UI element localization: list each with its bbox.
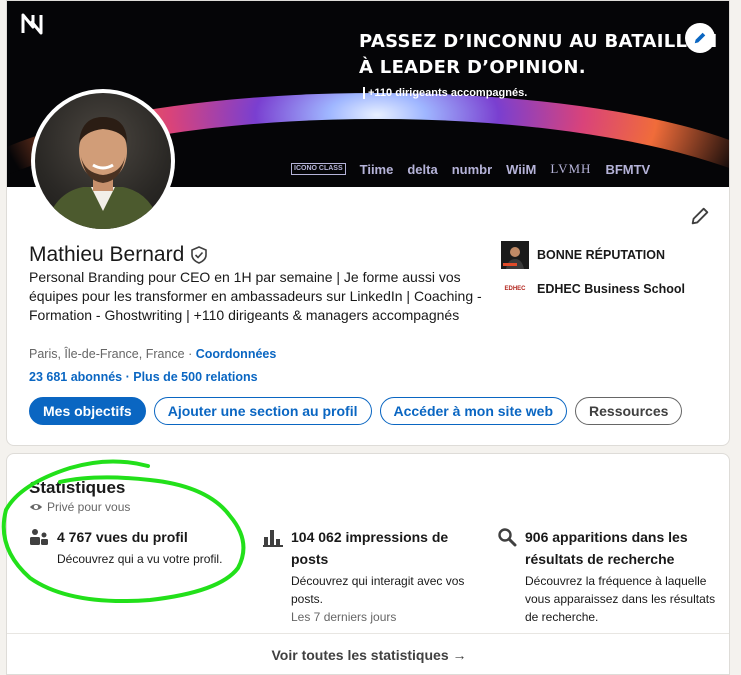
company-name: BONNE RÉPUTATION [537,248,666,262]
profile-name: Mathieu Bernard [29,243,185,266]
profile-card: PASSEZ D’INCONNU AU BATAILLON À LEADER D… [6,0,730,446]
search-appearances-desc: Découvrez la fréquence à laquelle vous a… [525,574,716,624]
profile-location: Paris, Île-de-France, France [29,347,185,361]
add-section-button[interactable]: Ajouter une section au profil [153,397,372,425]
profile-views-stat[interactable]: 4 767 vues du profil Découvrez qui a vu … [29,526,249,568]
profile-views-desc: Découvrez qui a vu votre profil. [57,552,223,566]
search-icon [498,528,517,547]
school-logo: EDHEC [504,286,526,292]
avatar-photo [35,93,171,229]
education-school[interactable]: EDHEC EDHEC Business School [501,282,685,296]
privacy-note: Privé pour vous [29,500,130,514]
separator-dot: · [188,347,193,361]
profile-actions: Mes objectifs Ajouter une section au pro… [29,397,683,425]
goals-button[interactable]: Mes objectifs [29,397,146,425]
search-appearances-value: 906 apparitions dans les résultats de re… [525,529,688,567]
brand-logo: LVMH [550,161,592,176]
brand-logo: Tiime [359,161,394,177]
banner-headline-line1: PASSEZ D’INCONNU AU BATAILLON [359,31,718,52]
profile-headline: Personal Branding pour CEO en 1H par sem… [29,269,482,323]
profile-network-row: 23 681 abonnés · Plus de 500 relations [29,370,258,384]
brand-logo-icon [21,13,43,35]
eye-icon [29,503,43,511]
visit-website-button[interactable]: Accéder à mon site web [379,397,568,425]
brand-logo: BFMTV [605,161,651,177]
brand-logo: WiiM [506,161,537,177]
followers-link[interactable]: 23 681 abonnés [29,370,122,384]
post-impressions-desc: Découvrez qui interagit avec vos posts. [291,574,465,606]
post-impressions-period: Les 7 derniers jours [291,610,397,624]
search-appearances-stat[interactable]: 906 apparitions dans les résultats de re… [497,526,723,626]
connections-link[interactable]: Plus de 500 relations [133,370,257,384]
edit-banner-button[interactable] [685,23,715,53]
show-all-analytics-link[interactable]: Voir toutes les statistiques → [7,633,729,674]
profile-name-row: Mathieu Bernard [29,243,208,267]
privacy-text: Privé pour vous [47,500,131,514]
post-impressions-value: 104 062 impressions de posts [291,529,449,567]
person-portrait-icon [45,117,161,229]
banner-headline-line2: À LEADER D’OPINION. [359,57,586,78]
resources-button[interactable]: Ressources [575,397,683,425]
brand-logo: ICONO CLASS [291,163,346,175]
profile-avatar[interactable] [31,89,175,233]
edit-intro-pencil-icon[interactable] [689,205,711,227]
separator-dot: · [125,370,130,384]
profile-location-row: Paris, Île-de-France, France · Coordonné… [29,347,276,361]
banner-subline: +110 dirigeants accompagnés. [363,87,527,99]
school-name: EDHEC Business School [537,282,685,296]
analytics-card: Statistiques Privé pour vous 4 767 vues … [6,453,730,675]
current-company[interactable]: BONNE RÉPUTATION [501,241,665,269]
profile-views-value: 4 767 vues du profil [57,529,188,545]
company-logo-icon [501,241,529,269]
people-icon [30,529,48,545]
verified-shield-icon[interactable] [190,246,208,264]
post-impressions-stat[interactable]: 104 062 impressions de posts Découvrez q… [263,526,483,626]
brand-logo: numbr [451,161,493,177]
bar-chart-icon [263,530,283,547]
brand-logos: ICONO CLASS Tiime delta numbr WiiM LVMH … [291,161,650,177]
brand-logo: delta [407,161,438,177]
company-logo [501,241,529,269]
banner-headline: PASSEZ D’INCONNU AU BATAILLON À LEADER D… [359,29,718,81]
analytics-title: Statistiques [29,478,126,497]
contact-info-link[interactable]: Coordonnées [196,347,277,361]
pencil-icon [694,32,706,44]
